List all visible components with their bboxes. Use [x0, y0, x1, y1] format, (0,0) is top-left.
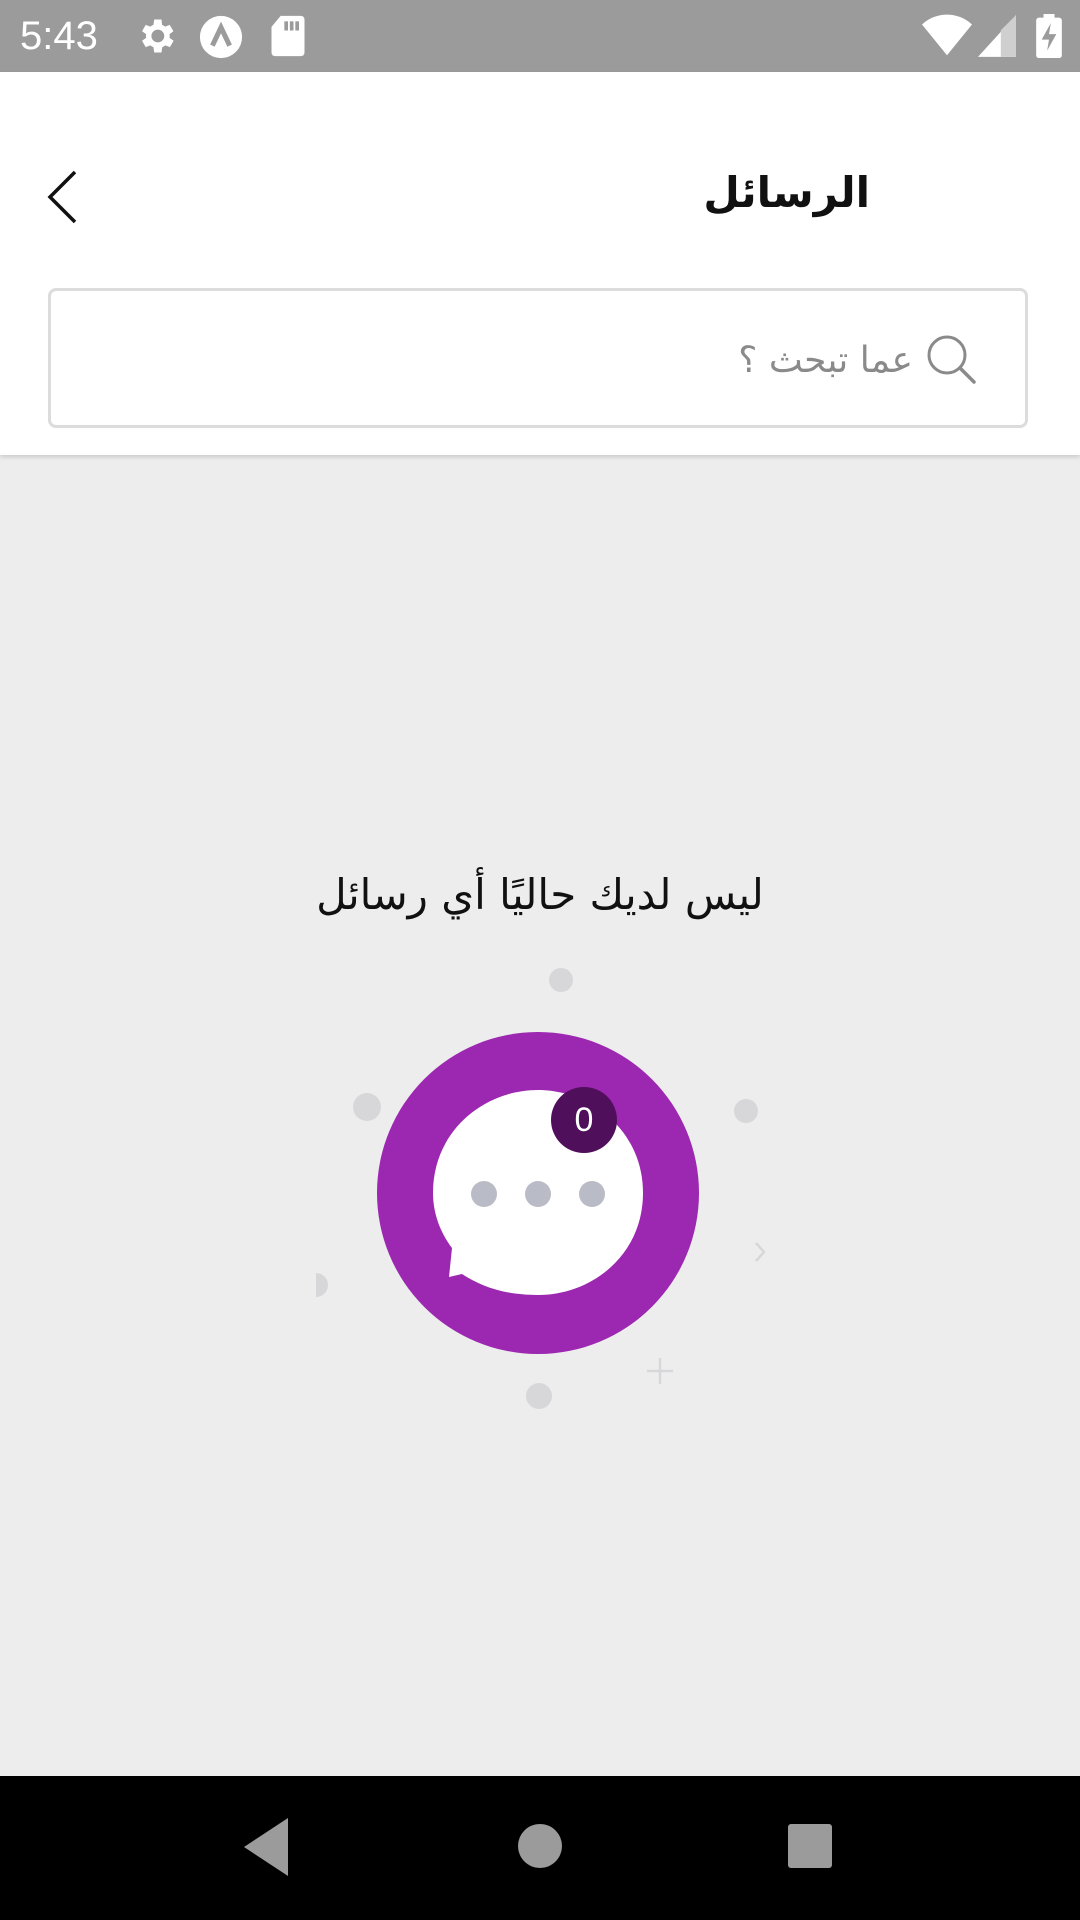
header: الرسائل: [0, 72, 1080, 455]
empty-messages-illustration: [316, 968, 766, 1409]
decor-dot: [734, 1099, 758, 1123]
status-bar: 5:43: [0, 0, 1080, 72]
navigation-bar: [0, 1776, 1080, 1920]
home-circle-icon: [518, 1824, 562, 1868]
search-input[interactable]: [111, 321, 915, 399]
battery-charging-icon: [1036, 14, 1062, 62]
page-title: الرسائل: [703, 168, 870, 217]
nav-home-button[interactable]: [516, 1822, 564, 1874]
wifi-icon: [922, 14, 972, 62]
search-icon: [925, 333, 979, 391]
decor-dot: [353, 1093, 381, 1121]
typing-dot: [471, 1181, 497, 1207]
decor-dot: [549, 968, 573, 992]
search-box[interactable]: [48, 288, 1028, 428]
nav-recents-button[interactable]: [786, 1822, 834, 1874]
back-triangle-icon: [244, 1818, 288, 1876]
a-badge-icon: [198, 14, 244, 64]
decor-chevron: [755, 1242, 766, 1262]
nav-back-button[interactable]: [240, 1814, 296, 1884]
decor-half-dot: [316, 1273, 328, 1297]
sd-card-icon: [268, 14, 308, 62]
empty-state-message: ليس لديك حاليًا أي رسائل: [316, 870, 764, 919]
status-time: 5:43: [20, 14, 98, 58]
back-button[interactable]: [30, 162, 100, 232]
gear-icon: [134, 14, 178, 62]
typing-dot: [525, 1181, 551, 1207]
chevron-left-icon: [47, 170, 77, 224]
decor-plus: [647, 1358, 673, 1384]
typing-dot: [579, 1181, 605, 1207]
decor-dot: [526, 1383, 552, 1409]
signal-icon: [978, 14, 1016, 62]
message-count-badge: 0: [551, 1087, 617, 1153]
recents-square-icon: [788, 1824, 832, 1868]
